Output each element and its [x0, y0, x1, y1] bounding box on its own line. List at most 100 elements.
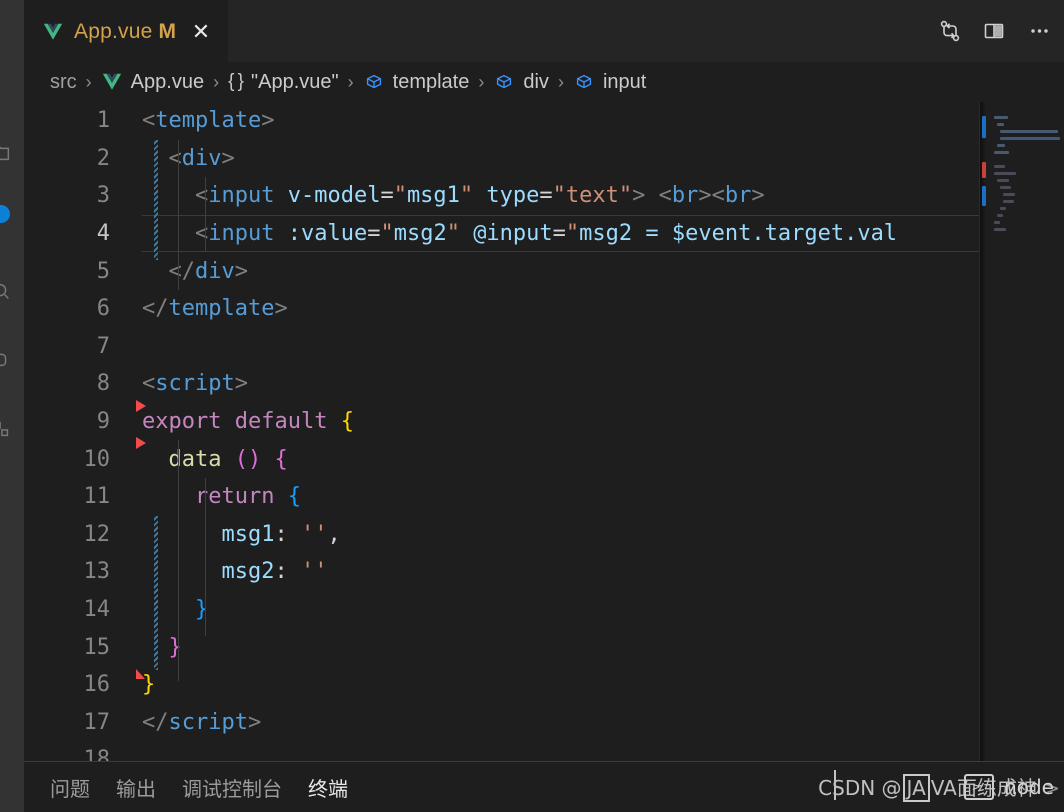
code-token: export [142, 409, 222, 435]
code-text: <div> [132, 146, 235, 171]
panel-tab-problems[interactable]: 问题 [50, 762, 90, 812]
minimap-line [997, 179, 1010, 182]
line-number: 10 [83, 446, 111, 472]
code-line[interactable]: 8 <script> [24, 365, 1064, 403]
code-token: : [274, 521, 288, 547]
breadcrumb-label: App.vue [130, 70, 205, 93]
code-line[interactable]: 7 [24, 328, 1064, 366]
search-icon[interactable] [0, 280, 12, 302]
panel-tab-debug-console[interactable]: 调试控制台 [182, 762, 282, 812]
close-icon[interactable]: ✕ [190, 20, 212, 43]
tab-label: App.vue [74, 19, 153, 43]
code-line[interactable]: 10 data () { [24, 437, 1064, 478]
braces-icon: { } [228, 71, 244, 92]
extensions-icon[interactable] [0, 418, 12, 440]
code-line[interactable]: 18 [24, 741, 1064, 761]
code-editor[interactable]: 1 <template> 2 <div> 3 <input v-model="msg1… [24, 102, 1064, 761]
minimap-line [994, 172, 1016, 175]
code-token: " [393, 183, 407, 209]
breadcrumb-separator: › [213, 71, 220, 92]
code-token: v-model [287, 183, 381, 209]
code-token: > [247, 709, 262, 735]
code-line[interactable]: 9 export default { [24, 399, 1064, 441]
code-token: div [195, 258, 235, 284]
vue-icon [42, 21, 64, 43]
code-lines[interactable]: 1 <template> 2 <div> 3 <input v-model="msg1… [24, 102, 1064, 761]
code-line[interactable]: 13 msg2: '' [24, 553, 1064, 591]
minimap-line [1000, 130, 1059, 133]
more-actions-icon[interactable] [1026, 19, 1050, 43]
code-token: script [155, 371, 235, 397]
code-token: < [142, 371, 156, 397]
code-text: } [132, 672, 155, 697]
code-line[interactable]: 2 <div> [24, 140, 1064, 178]
breadcrumb-item-app-vue-symbol[interactable]: { } "App.vue" [228, 71, 339, 94]
code-line[interactable]: 3 <input v-model="msg1" type="text"> <br… [24, 177, 1064, 215]
code-line[interactable]: 16} [24, 666, 1064, 704]
code-line[interactable]: 11 return { [24, 478, 1064, 516]
code-line[interactable]: 1 <template> [24, 102, 1064, 140]
source-control-badge[interactable] [0, 205, 10, 223]
breadcrumb-label: div [523, 70, 549, 93]
panel-tab-terminal[interactable]: 终端 [308, 762, 348, 812]
code-line[interactable]: 15 } [24, 628, 1064, 666]
minimap-line [994, 221, 1000, 224]
code-token: </ [142, 296, 169, 322]
breadcrumb-item-src[interactable]: src [50, 71, 77, 94]
code-token: template [168, 296, 275, 322]
breadcrumb-item-app-vue[interactable]: App.vue [101, 71, 204, 94]
code-line[interactable]: 5 </div> [24, 252, 1064, 290]
breadcrumb-label: "App.vue" [251, 70, 339, 93]
minimap-line [997, 123, 1004, 126]
minimap-line [1003, 200, 1014, 203]
tab-app-vue[interactable]: App.vue M ✕ [24, 0, 229, 62]
code-line[interactable]: 4 <input :value="msg2" @input="msg2 = $e… [24, 214, 1064, 253]
line-number: 5 [96, 258, 110, 284]
terminal-icon[interactable]: >_ [964, 774, 995, 800]
code-token: = [380, 183, 394, 209]
code-token: = [552, 221, 566, 247]
code-line[interactable]: 17 </script> [24, 704, 1064, 742]
code-token: > [274, 296, 288, 322]
code-token: template [155, 108, 262, 134]
line-number: 2 [96, 145, 110, 171]
code-line[interactable]: 12 msg1: '', [24, 516, 1064, 554]
code-line[interactable]: 14 } [24, 591, 1064, 629]
panel-tab-output[interactable]: 输出 [116, 762, 156, 812]
debug-icon[interactable] [0, 348, 12, 370]
breadcrumb-item-div[interactable]: div [493, 71, 549, 94]
panel: 问题 输出 调试控制台 终端 >_ node CSDN @ JA VA面练成神 > [24, 761, 1064, 812]
terminal-name[interactable]: node [1004, 775, 1054, 799]
code-token: script [168, 709, 248, 735]
code-token: } [168, 634, 182, 660]
panel-right-actions: >_ node CSDN @ JA VA面练成神 > [818, 770, 1064, 802]
code-token: > [632, 183, 646, 209]
breadcrumb-separator: › [347, 71, 354, 92]
breadcrumb-separator: › [557, 71, 564, 92]
code-line[interactable]: 6 </template> [24, 290, 1064, 328]
minimap[interactable] [979, 102, 1064, 761]
explorer-icon[interactable] [0, 142, 12, 164]
code-token: '' [300, 559, 328, 585]
split-changes-icon[interactable] [938, 19, 962, 43]
symbol-namespace-icon [493, 71, 515, 93]
minimap-line [1000, 137, 1060, 140]
code-text: <script> [132, 371, 248, 396]
code-token: > [221, 145, 235, 171]
breadcrumb-item-template[interactable]: template [363, 71, 469, 94]
code-text: <template> [132, 108, 274, 133]
breadcrumb-item-input[interactable]: input [573, 71, 646, 94]
code-token: " [565, 221, 580, 247]
split-editor-icon[interactable] [982, 19, 1006, 43]
symbol-namespace-icon [363, 71, 385, 93]
code-token: msg1 [406, 183, 460, 209]
